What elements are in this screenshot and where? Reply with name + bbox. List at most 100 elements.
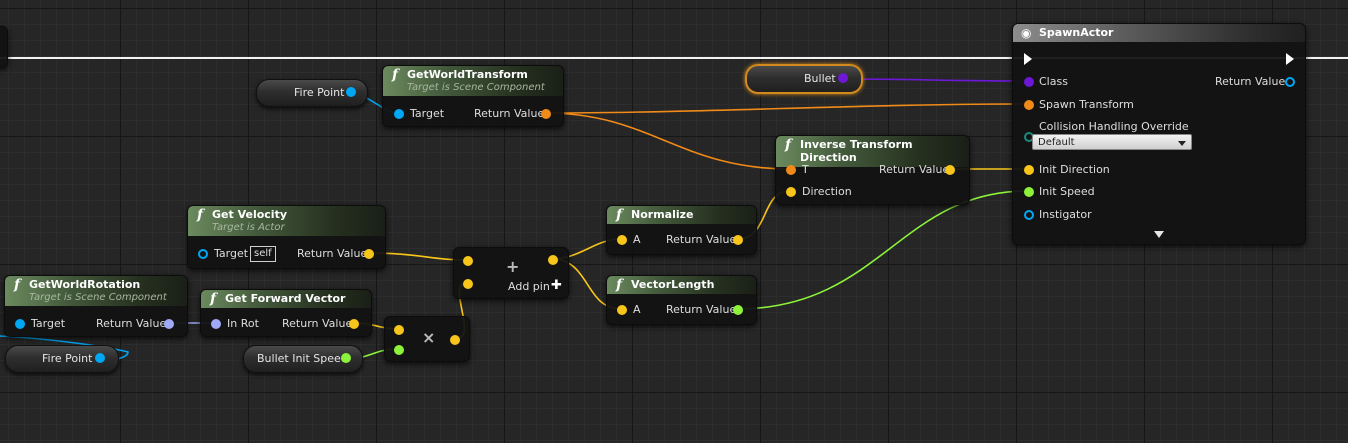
wire-class [839, 78, 1028, 82]
wire-transform-inverse [545, 112, 791, 170]
fire-point-output-pin[interactable] [346, 87, 356, 97]
node-header: f VectorLength [607, 276, 756, 294]
blueprint-graph[interactable]: Fire Point f GetWorldTransform Target is S… [0, 0, 1348, 443]
in-rot-label: In Rot [227, 317, 259, 330]
normalize-node[interactable]: f Normalize A Return Value [606, 205, 757, 255]
fire-point-label: Fire Point [294, 86, 345, 99]
fire-point-output-pin[interactable] [95, 353, 105, 363]
target-input-pin[interactable] [198, 249, 208, 259]
t-label: T [802, 163, 809, 176]
fire-point-label: Fire Point [42, 352, 93, 365]
vector-length-node[interactable]: f VectorLength A Return Value [606, 275, 757, 325]
node-header: f GetWorldTransform Target is Scene Compon… [383, 66, 563, 96]
collision-label: Collision Handling Override [1039, 120, 1189, 133]
return-value-label: Return Value [96, 317, 167, 330]
node-title: Normalize [631, 208, 694, 221]
return-value-pin[interactable] [733, 305, 743, 315]
target-label: Target [214, 247, 249, 260]
wire-length-speed [736, 190, 1028, 310]
node-title: SpawnActor [1039, 26, 1114, 39]
return-value-pin[interactable] [945, 165, 955, 175]
node-title: GetWorldTransform [407, 68, 528, 81]
wire-transform-spawn [545, 103, 1028, 114]
node-header: f Get Velocity Target is Actor [188, 206, 385, 236]
add-node[interactable]: + Add pin ✚ [453, 247, 569, 299]
exec-output-pin[interactable] [1286, 53, 1294, 65]
target-input-pin[interactable] [394, 109, 404, 119]
init-speed-label: Init Speed [1039, 185, 1095, 198]
fire-point-variable[interactable]: Fire Point [256, 79, 368, 107]
node-header: ◉ SpawnActor [1013, 24, 1305, 42]
add-pin-label[interactable]: Add pin [508, 280, 550, 294]
return-value-label: Return Value [666, 233, 737, 246]
node-title: Get Forward Vector [225, 292, 346, 305]
return-value-pin[interactable] [1285, 77, 1295, 87]
return-value-pin[interactable] [733, 235, 743, 245]
return-value-label: Return Value [297, 247, 368, 260]
return-value-pin[interactable] [541, 109, 551, 119]
spawn-transform-pin[interactable] [1024, 100, 1034, 110]
multiply-input-b-pin[interactable] [394, 345, 404, 355]
add-output-pin[interactable] [548, 255, 558, 265]
function-icon: f [392, 67, 399, 83]
a-input-pin[interactable] [617, 235, 627, 245]
add-input-b-pin[interactable] [463, 279, 473, 289]
bullet-variable[interactable]: Bullet [745, 64, 863, 94]
spawn-transform-label: Spawn Transform [1039, 98, 1134, 111]
get-world-rotation-node[interactable]: f GetWorldRotation Target is Scene Compone… [4, 275, 188, 337]
return-value-label: Return Value [879, 163, 950, 176]
bullet-init-speed-output-pin[interactable] [341, 353, 351, 363]
collision-dropdown-value: Default [1038, 137, 1075, 148]
multiply-node[interactable]: × [384, 316, 470, 362]
return-value-pin[interactable] [164, 319, 174, 329]
inverse-transform-direction-node[interactable]: f Inverse Transform Direction T Return Va… [775, 135, 970, 205]
exec-input-pin[interactable] [1024, 53, 1032, 65]
init-speed-pin[interactable] [1024, 187, 1034, 197]
node-subtitle: Target is Scene Component [29, 292, 167, 303]
instigator-pin[interactable] [1024, 210, 1034, 220]
in-rot-input-pin[interactable] [211, 319, 221, 329]
function-icon: f [616, 277, 623, 293]
add-input-a-pin[interactable] [463, 256, 473, 266]
init-direction-label: Init Direction [1039, 163, 1110, 176]
class-label: Class [1039, 75, 1068, 88]
return-value-pin[interactable] [349, 319, 359, 329]
function-icon: f [616, 207, 623, 223]
bullet-output-pin[interactable] [838, 73, 848, 83]
fire-point-variable-2[interactable]: Fire Point [5, 345, 119, 373]
get-forward-vector-node[interactable]: f Get Forward Vector In Rot Return Value [200, 289, 372, 337]
add-pin-plus-icon[interactable]: ✚ [551, 279, 562, 293]
node-title: VectorLength [631, 278, 715, 291]
node-header: f Get Forward Vector [201, 290, 371, 308]
t-input-pin[interactable] [786, 165, 796, 175]
return-value-pin[interactable] [364, 249, 374, 259]
get-world-transform-node[interactable]: f GetWorldTransform Target is Scene Compon… [382, 65, 564, 127]
return-value-label: Return Value [666, 303, 737, 316]
bullet-label: Bullet [804, 72, 836, 85]
function-icon: f [197, 207, 204, 223]
node-title: Get Velocity [212, 208, 287, 221]
get-velocity-node[interactable]: f Get Velocity Target is Actor Target self… [187, 205, 386, 269]
bullet-init-speed-variable[interactable]: Bullet Init Speed [243, 345, 363, 373]
direction-input-pin[interactable] [786, 187, 796, 197]
node-title: GetWorldRotation [29, 278, 141, 291]
self-box[interactable]: self [250, 246, 276, 262]
target-label: Target [410, 107, 445, 120]
multiply-input-a-pin[interactable] [394, 325, 404, 335]
target-input-pin[interactable] [15, 319, 25, 329]
bullet-init-speed-label: Bullet Init Speed [257, 352, 348, 365]
init-direction-pin[interactable] [1024, 165, 1034, 175]
multiply-output-pin[interactable] [450, 335, 460, 345]
partial-node[interactable] [0, 26, 8, 68]
expand-arrow-icon[interactable] [1154, 231, 1164, 238]
instigator-label: Instigator [1039, 208, 1092, 221]
a-input-pin[interactable] [617, 305, 627, 315]
spawn-actor-node[interactable]: ◉ SpawnActor Class Return Value Spawn Tra… [1012, 23, 1306, 245]
class-input-pin[interactable] [1024, 77, 1034, 87]
multiply-icon: × [422, 328, 436, 347]
return-value-label: Return Value [282, 317, 353, 330]
collision-dropdown[interactable]: Default [1032, 134, 1192, 150]
node-subtitle: Target is Actor [212, 222, 285, 233]
function-icon: f [785, 137, 792, 153]
node-header: f GetWorldRotation Target is Scene Compone… [5, 276, 187, 306]
